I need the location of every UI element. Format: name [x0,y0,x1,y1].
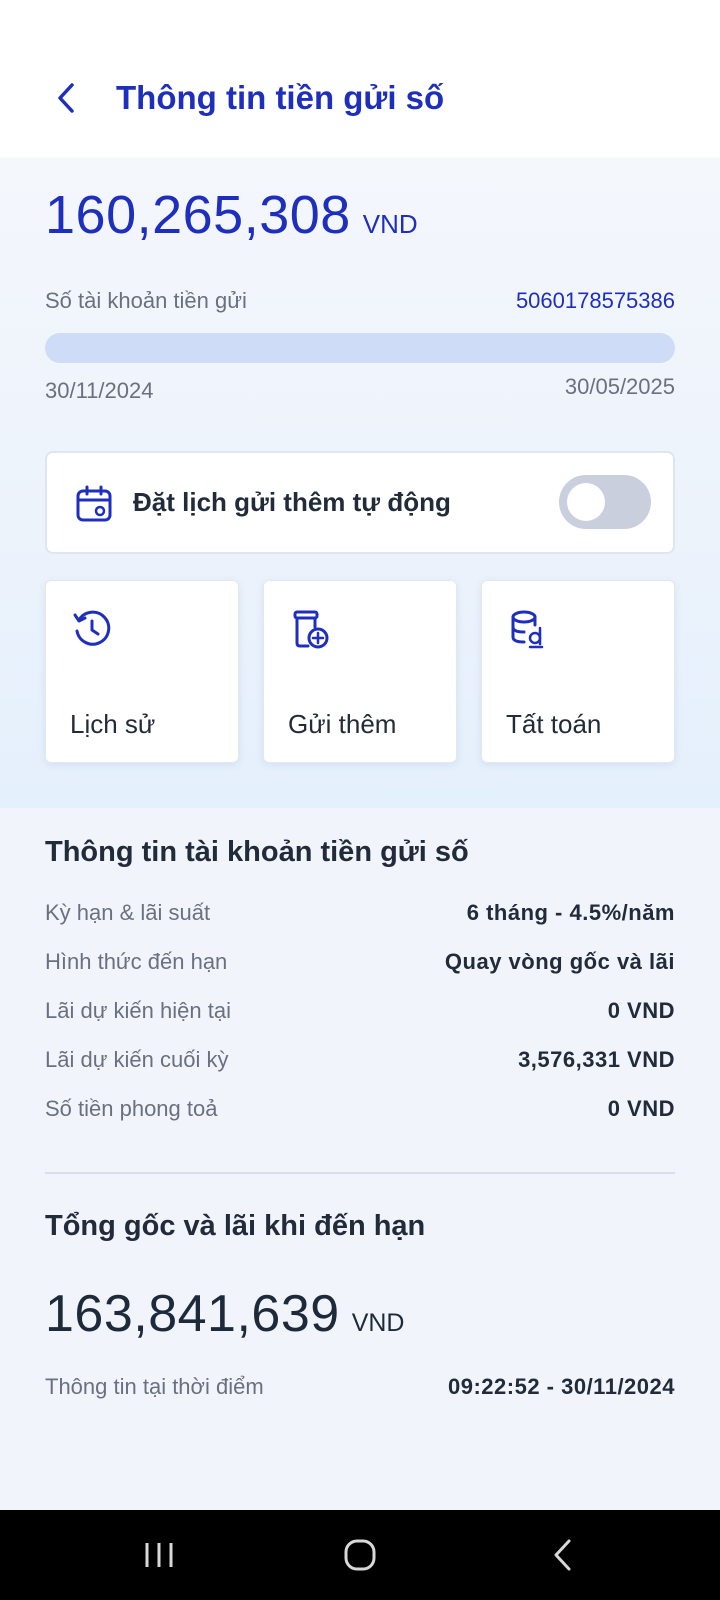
info-row-term: Kỳ hạn & lãi suất 6 tháng - 4.5%/năm [45,900,675,934]
maturity-total-title: Tổng gốc và lãi khi đến hạn [45,1210,426,1242]
account-info-title: Thông tin tài khoản tiền gửi số [45,836,469,868]
recent-apps-button[interactable] [134,1532,184,1578]
end-date: 30/05/2025 [564,374,675,399]
maturity-total-amount: 163,841,639 [45,1285,340,1343]
recent-apps-icon [145,1543,173,1567]
home-icon [344,1539,376,1571]
screen: Thông tin tiền gửi số 160,265,308 VND Số … [0,0,720,1600]
chevron-left-icon [58,83,74,113]
history-icon [73,610,111,646]
timestamp-label: Thông tin tại thời điểm [45,1374,264,1399]
deposit-more-label: Gửi thêm [288,709,397,739]
system-back-button[interactable] [538,1532,588,1578]
info-label: Hình thức đến hạn [45,949,228,974]
info-label: Kỳ hạn & lãi suất [45,900,211,925]
info-row-blocked-amount: Số tiền phong toả 0 VND [45,1096,675,1130]
calendar-icon [76,485,112,522]
info-value: 0 VND [607,1096,675,1121]
back-icon [554,1539,571,1571]
info-label: Lãi dự kiến hiện tại [45,998,231,1023]
history-button[interactable]: Lịch sử [45,580,239,763]
deposit-more-button[interactable]: Gửi thêm [263,580,457,763]
system-navigation-bar [0,1510,720,1600]
account-number[interactable]: 5060178575386 [516,288,675,314]
toggle-knob [567,483,605,521]
info-label: Số tiền phong toả [45,1096,218,1121]
info-value: 6 tháng - 4.5%/năm [466,900,675,925]
settle-label: Tất toán [506,709,602,739]
timestamp-row: Thông tin tại thời điểm 09:22:52 - 30/11… [45,1374,675,1408]
account-number-label: Số tài khoản tiền gửi [45,288,247,313]
back-button[interactable] [44,76,88,120]
coins-dong-icon [511,610,544,649]
settle-button[interactable]: Tất toán [481,580,675,763]
info-row-final-interest: Lãi dự kiến cuối kỳ 3,576,331 VND [45,1047,675,1081]
info-row-maturity-method: Hình thức đến hạn Quay vòng gốc và lãi [45,949,675,983]
info-value: 0 VND [607,998,675,1023]
info-row-current-interest: Lãi dự kiến hiện tại 0 VND [45,998,675,1032]
balance-amount: 160,265,308 [45,185,351,245]
auto-deposit-schedule-card[interactable]: Đặt lịch gửi thêm tự động [45,451,675,554]
start-date: 30/11/2024 [45,378,154,403]
home-button[interactable] [335,1532,385,1578]
auto-deposit-toggle[interactable] [559,475,651,529]
info-value: Quay vòng gốc và lãi [444,949,675,974]
balance-currency: VND [362,209,418,239]
history-label: Lịch sử [70,709,156,739]
term-progress-bar [45,333,675,363]
info-value: 3,576,331 VND [518,1047,675,1072]
page-title: Thông tin tiền gửi số [116,79,445,116]
deposit-summary: 160,265,308 VND Số tài khoản tiền gửi 506… [0,158,720,808]
app-header: Thông tin tiền gửi số [0,0,720,158]
jar-add-icon [293,610,329,649]
section-divider [45,1172,675,1174]
info-label: Lãi dự kiến cuối kỳ [45,1047,229,1072]
deposit-balance: 160,265,308 VND [45,184,418,246]
maturity-total: 163,841,639 VND [45,1284,404,1344]
auto-deposit-label: Đặt lịch gửi thêm tự động [133,487,451,517]
maturity-total-currency: VND [351,1309,405,1337]
timestamp-value: 09:22:52 - 30/11/2024 [447,1374,675,1399]
